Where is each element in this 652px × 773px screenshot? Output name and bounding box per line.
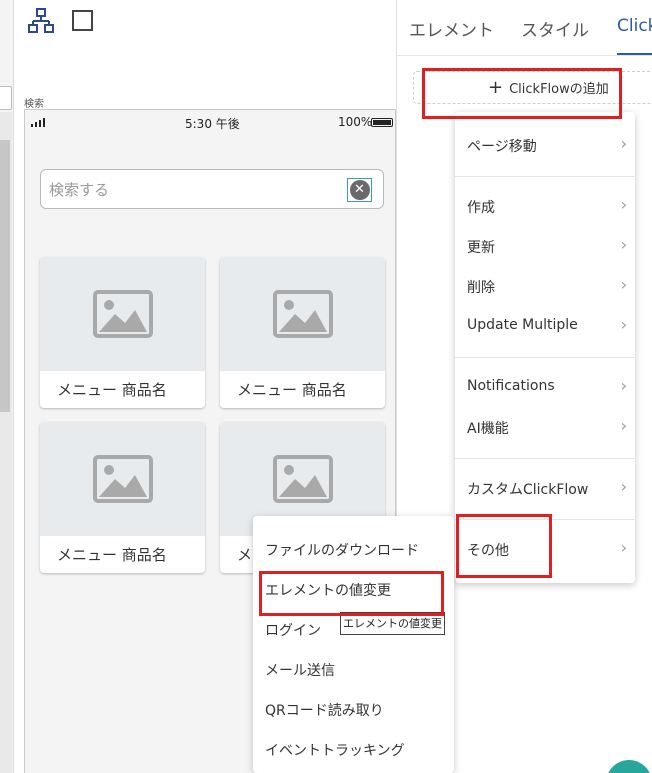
highlight-change-element-value — [259, 571, 444, 616]
search-box: ✕ — [40, 169, 384, 209]
battery-icon — [371, 118, 393, 127]
submenu-item-login[interactable]: ログイン — [265, 620, 321, 640]
menu-item-update[interactable]: 更新 › — [455, 226, 635, 266]
chevron-right-icon: › — [620, 195, 627, 214]
battery-percent: 100% — [338, 115, 373, 129]
status-bar: 5:30 午後 100% — [25, 110, 395, 136]
menu-divider — [455, 458, 635, 459]
submenu-item-send-mail[interactable]: メール送信 — [265, 660, 335, 680]
menu-item-notifications[interactable]: Notifications › — [455, 367, 635, 407]
tab-style[interactable]: スタイル — [521, 16, 589, 41]
menu-divider — [455, 176, 635, 177]
tab-divider — [397, 55, 652, 56]
search-input[interactable] — [49, 179, 339, 201]
card-label: メ — [237, 546, 253, 564]
chevron-right-icon: › — [620, 538, 627, 557]
chevron-right-icon: › — [620, 315, 627, 334]
card-label: メニュー 商品名 — [57, 546, 167, 564]
frame-label: 検索 — [24, 99, 44, 110]
chevron-right-icon: › — [620, 275, 627, 294]
card-label: メニュー 商品名 — [57, 381, 167, 399]
image-placeholder-icon — [40, 257, 205, 371]
scrollbar-thumb[interactable] — [0, 140, 10, 412]
chevron-right-icon: › — [620, 235, 627, 254]
left-scroll-strip — [0, 0, 14, 773]
menu-item-delete[interactable]: 削除 › — [455, 266, 635, 306]
chevron-right-icon: › — [620, 416, 627, 435]
tab-clickflow[interactable]: ClickF — [617, 16, 652, 36]
menu-item-update-multiple[interactable]: Update Multiple › — [455, 306, 635, 346]
menu-item-custom-clickflow[interactable]: カスタムClickFlow › — [455, 468, 635, 508]
sitemap-icon[interactable] — [28, 8, 54, 34]
clickflow-menu: ページ移動 › 作成 › 更新 › 削除 › Update Multiple ›… — [455, 112, 635, 583]
chevron-right-icon: › — [620, 134, 627, 153]
menu-item-ai[interactable]: AI機能 › — [455, 407, 635, 447]
close-icon: ✕ — [349, 180, 370, 200]
image-placeholder-icon — [220, 257, 385, 371]
product-card[interactable]: メニュー 商品名 — [40, 422, 205, 573]
image-placeholder-icon — [40, 422, 205, 536]
other-submenu: ファイルのダウンロード エレメントの値変更 ログイン メール送信 QRコード読み… — [253, 516, 454, 773]
highlight-add-clickflow — [422, 68, 622, 119]
card-label: メニュー 商品名 — [237, 381, 347, 399]
product-card[interactable]: メニュー 商品名 — [40, 257, 205, 408]
signal-icon — [31, 118, 45, 127]
chevron-right-icon: › — [620, 477, 627, 496]
left-panel-control[interactable] — [0, 86, 12, 110]
menu-item-page-navigation[interactable]: ページ移動 › — [455, 125, 635, 165]
submenu-item-qr-scan[interactable]: QRコード読み取り — [265, 700, 384, 720]
submenu-item-event-tracking[interactable]: イベントトラッキング — [265, 740, 405, 760]
clear-search-button[interactable]: ✕ — [347, 178, 372, 202]
product-card[interactable]: メニュー 商品名 — [220, 257, 385, 408]
tab-element[interactable]: エレメント — [409, 16, 494, 41]
square-icon[interactable] — [70, 8, 96, 34]
chevron-right-icon: › — [620, 376, 627, 395]
menu-item-create[interactable]: 作成 › — [455, 186, 635, 226]
menu-divider — [455, 357, 635, 358]
highlight-other — [456, 514, 552, 578]
status-time: 5:30 午後 — [185, 117, 240, 131]
submenu-item-file-download[interactable]: ファイルのダウンロード — [265, 540, 419, 560]
